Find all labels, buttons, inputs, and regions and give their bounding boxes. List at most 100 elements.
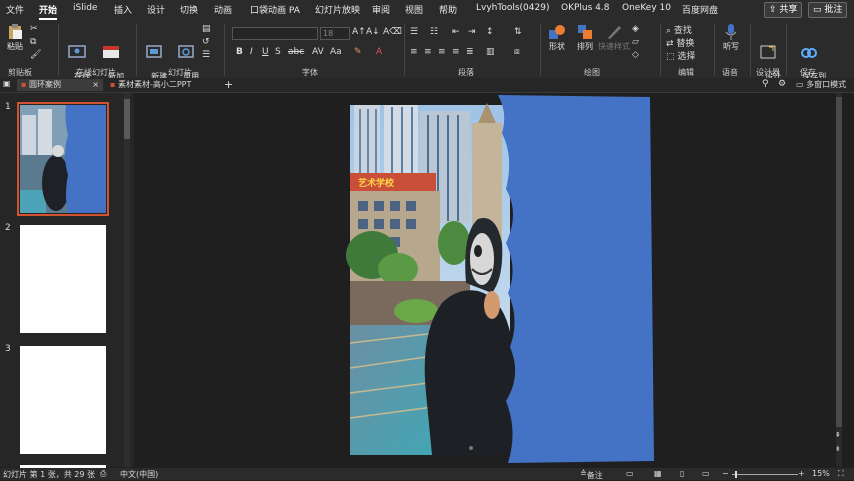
doc-tab[interactable]: ▪ 素材素材-高小二PPT [106,79,218,91]
shape-outline-icon[interactable]: ▱ [632,37,639,47]
quick-styles-button[interactable]: 快速样式 [598,24,630,52]
menu-bar: 文件 开始 iSlide 插入 设计 切换 动画 口袋动画 PA 幻灯片放映 审… [0,0,854,20]
numbering-icon[interactable]: ☷ [430,27,438,37]
shapes-button[interactable]: 形状 [544,24,570,52]
tab-onekey[interactable]: OneKey 10 [622,3,671,13]
select-button[interactable]: ⬚ 选择 [666,49,695,62]
tab-help[interactable]: 帮助 [439,3,457,16]
tab-slideshow[interactable]: 幻灯片放映 [315,3,360,16]
zoom-out-icon[interactable]: − [722,469,729,478]
shadow-icon[interactable]: S [275,47,281,57]
slide-canvas[interactable]: 艺术学校 [136,93,842,467]
format-painter-icon[interactable]: 🖌 [30,50,41,60]
tab-transitions[interactable]: 切换 [180,3,198,16]
bullets-icon[interactable]: ☰ [410,27,418,37]
zoom-slider[interactable] [732,474,798,475]
tab-animations[interactable]: 动画 [214,3,232,16]
reading-view-icon[interactable]: ▯ [680,469,684,478]
pin-icon[interactable]: ⚲ [762,79,769,89]
font-size-select[interactable]: 18 [320,27,350,40]
fit-to-window-icon[interactable]: ⛶ [838,469,844,479]
slideshow-icon[interactable]: ▭ [702,469,710,478]
cut-icon[interactable]: ✂ [30,24,38,34]
next-slide-icon[interactable]: ⇟ [835,445,841,453]
spacing-icon[interactable]: AV [312,47,324,57]
tab-okplus[interactable]: OKPlus 4.8 [561,3,609,13]
text-direction-icon[interactable]: ⇅ [514,27,522,37]
align-left-icon[interactable]: ≡ [410,47,418,57]
save-group-label: 保存 [800,68,816,77]
replace-button[interactable]: ⇄ 替换 [666,36,694,49]
reset-icon[interactable]: ↺ [202,37,210,47]
spellcheck-icon[interactable]: ⎙ [100,469,106,479]
zoom-in-icon[interactable]: + [798,469,805,478]
grow-font-icon[interactable]: A↑ [352,27,366,37]
tab-file[interactable]: 文件 [6,3,24,16]
font-family-select[interactable] [232,27,318,40]
thumbnail-number: 3 [5,344,11,354]
thumbnail-scrollbar[interactable] [124,93,130,467]
slides-group-label: 幻灯片 [168,68,192,77]
dictate-button[interactable]: 听写 [718,24,744,52]
panel-toggle-icon[interactable]: ▣ [3,79,11,88]
thumbnail-panel: 1 2 3 [0,93,134,469]
section-icon[interactable]: ☰ [202,50,210,60]
slide-sorter-icon[interactable]: ▦ [654,469,662,478]
copy-icon[interactable]: ⧉ [30,37,36,47]
justify-icon[interactable]: ≡ [452,47,460,57]
tab-baidu[interactable]: 百度网盘 [682,3,718,16]
underline-icon[interactable]: U [262,47,269,57]
change-case-icon[interactable]: Aa [330,47,342,57]
canvas-scrollbar[interactable] [836,93,842,467]
language[interactable]: 中文(中国) [120,469,158,480]
shape-effects-icon[interactable]: ◇ [632,50,639,60]
shape-fill-icon[interactable]: ◈ [632,24,639,34]
italic-icon[interactable]: I [250,47,253,57]
arrange-button[interactable]: 排列 [572,24,598,52]
slide-thumbnail-2[interactable] [20,225,106,333]
normal-view-icon[interactable]: ▭ [626,469,634,478]
tab-home[interactable]: 开始 [39,3,58,20]
share-button[interactable]: ⇪ 共享 [764,2,803,18]
find-button[interactable]: ⌕ 查找 [666,23,692,36]
blue-shape[interactable] [498,95,654,463]
distribute-icon[interactable]: ≣ [466,47,474,57]
scrollbar-thumb[interactable] [124,99,130,139]
slide-thumbnail-1[interactable] [17,102,109,216]
decrease-indent-icon[interactable]: ⇤ [452,27,460,37]
bold-icon[interactable]: B [236,47,243,57]
layout-icon[interactable]: ▤ [202,24,211,34]
tab-islide[interactable]: iSlide [73,3,97,13]
zoom-level[interactable]: 15% [812,469,830,478]
align-center-icon[interactable]: ≡ [424,47,432,57]
tab-pocket-animation[interactable]: 口袋动画 PA [250,3,300,16]
zoom-slider-thumb[interactable] [735,471,737,478]
gear-icon[interactable]: ⚙ [778,79,786,89]
align-right-icon[interactable]: ≡ [438,47,446,57]
new-tab-icon[interactable]: + [224,78,233,91]
increase-indent-icon[interactable]: ⇥ [468,27,476,37]
smartart-icon[interactable]: ⧈ [514,47,520,57]
shrink-font-icon[interactable]: A↓ [366,27,380,37]
strikethrough-icon[interactable]: abc [288,47,304,57]
voice-group-label: 语音 [722,68,738,77]
multi-window-button[interactable]: ▭ 多窗口模式 [796,79,846,90]
tab-insert[interactable]: 插入 [114,3,132,16]
tab-lvyhtools[interactable]: LvyhTools(0429) [476,3,549,13]
doc-tab-active[interactable]: ▪ 圆环案例 × [17,79,103,91]
font-color-icon[interactable]: A [376,47,382,57]
slide-thumbnail-3[interactable] [20,346,106,454]
tab-view[interactable]: 视图 [405,3,423,16]
scrollbar-thumb[interactable] [836,97,842,427]
clear-format-icon[interactable]: A⌫ [383,27,402,37]
tab-design[interactable]: 设计 [147,3,165,16]
comment-button[interactable]: ▭ 批注 [808,2,848,18]
paste-button[interactable]: 粘贴 [4,24,26,52]
close-icon[interactable]: × [92,79,99,91]
columns-icon[interactable]: ▥ [486,47,495,57]
notes-button[interactable]: ≙ 备注 [580,469,603,480]
highlight-icon[interactable]: ✎ [354,47,362,57]
tab-review[interactable]: 审阅 [372,3,390,16]
prev-slide-icon[interactable]: ⇞ [835,431,841,439]
line-spacing-icon[interactable]: ↕ [486,27,494,37]
